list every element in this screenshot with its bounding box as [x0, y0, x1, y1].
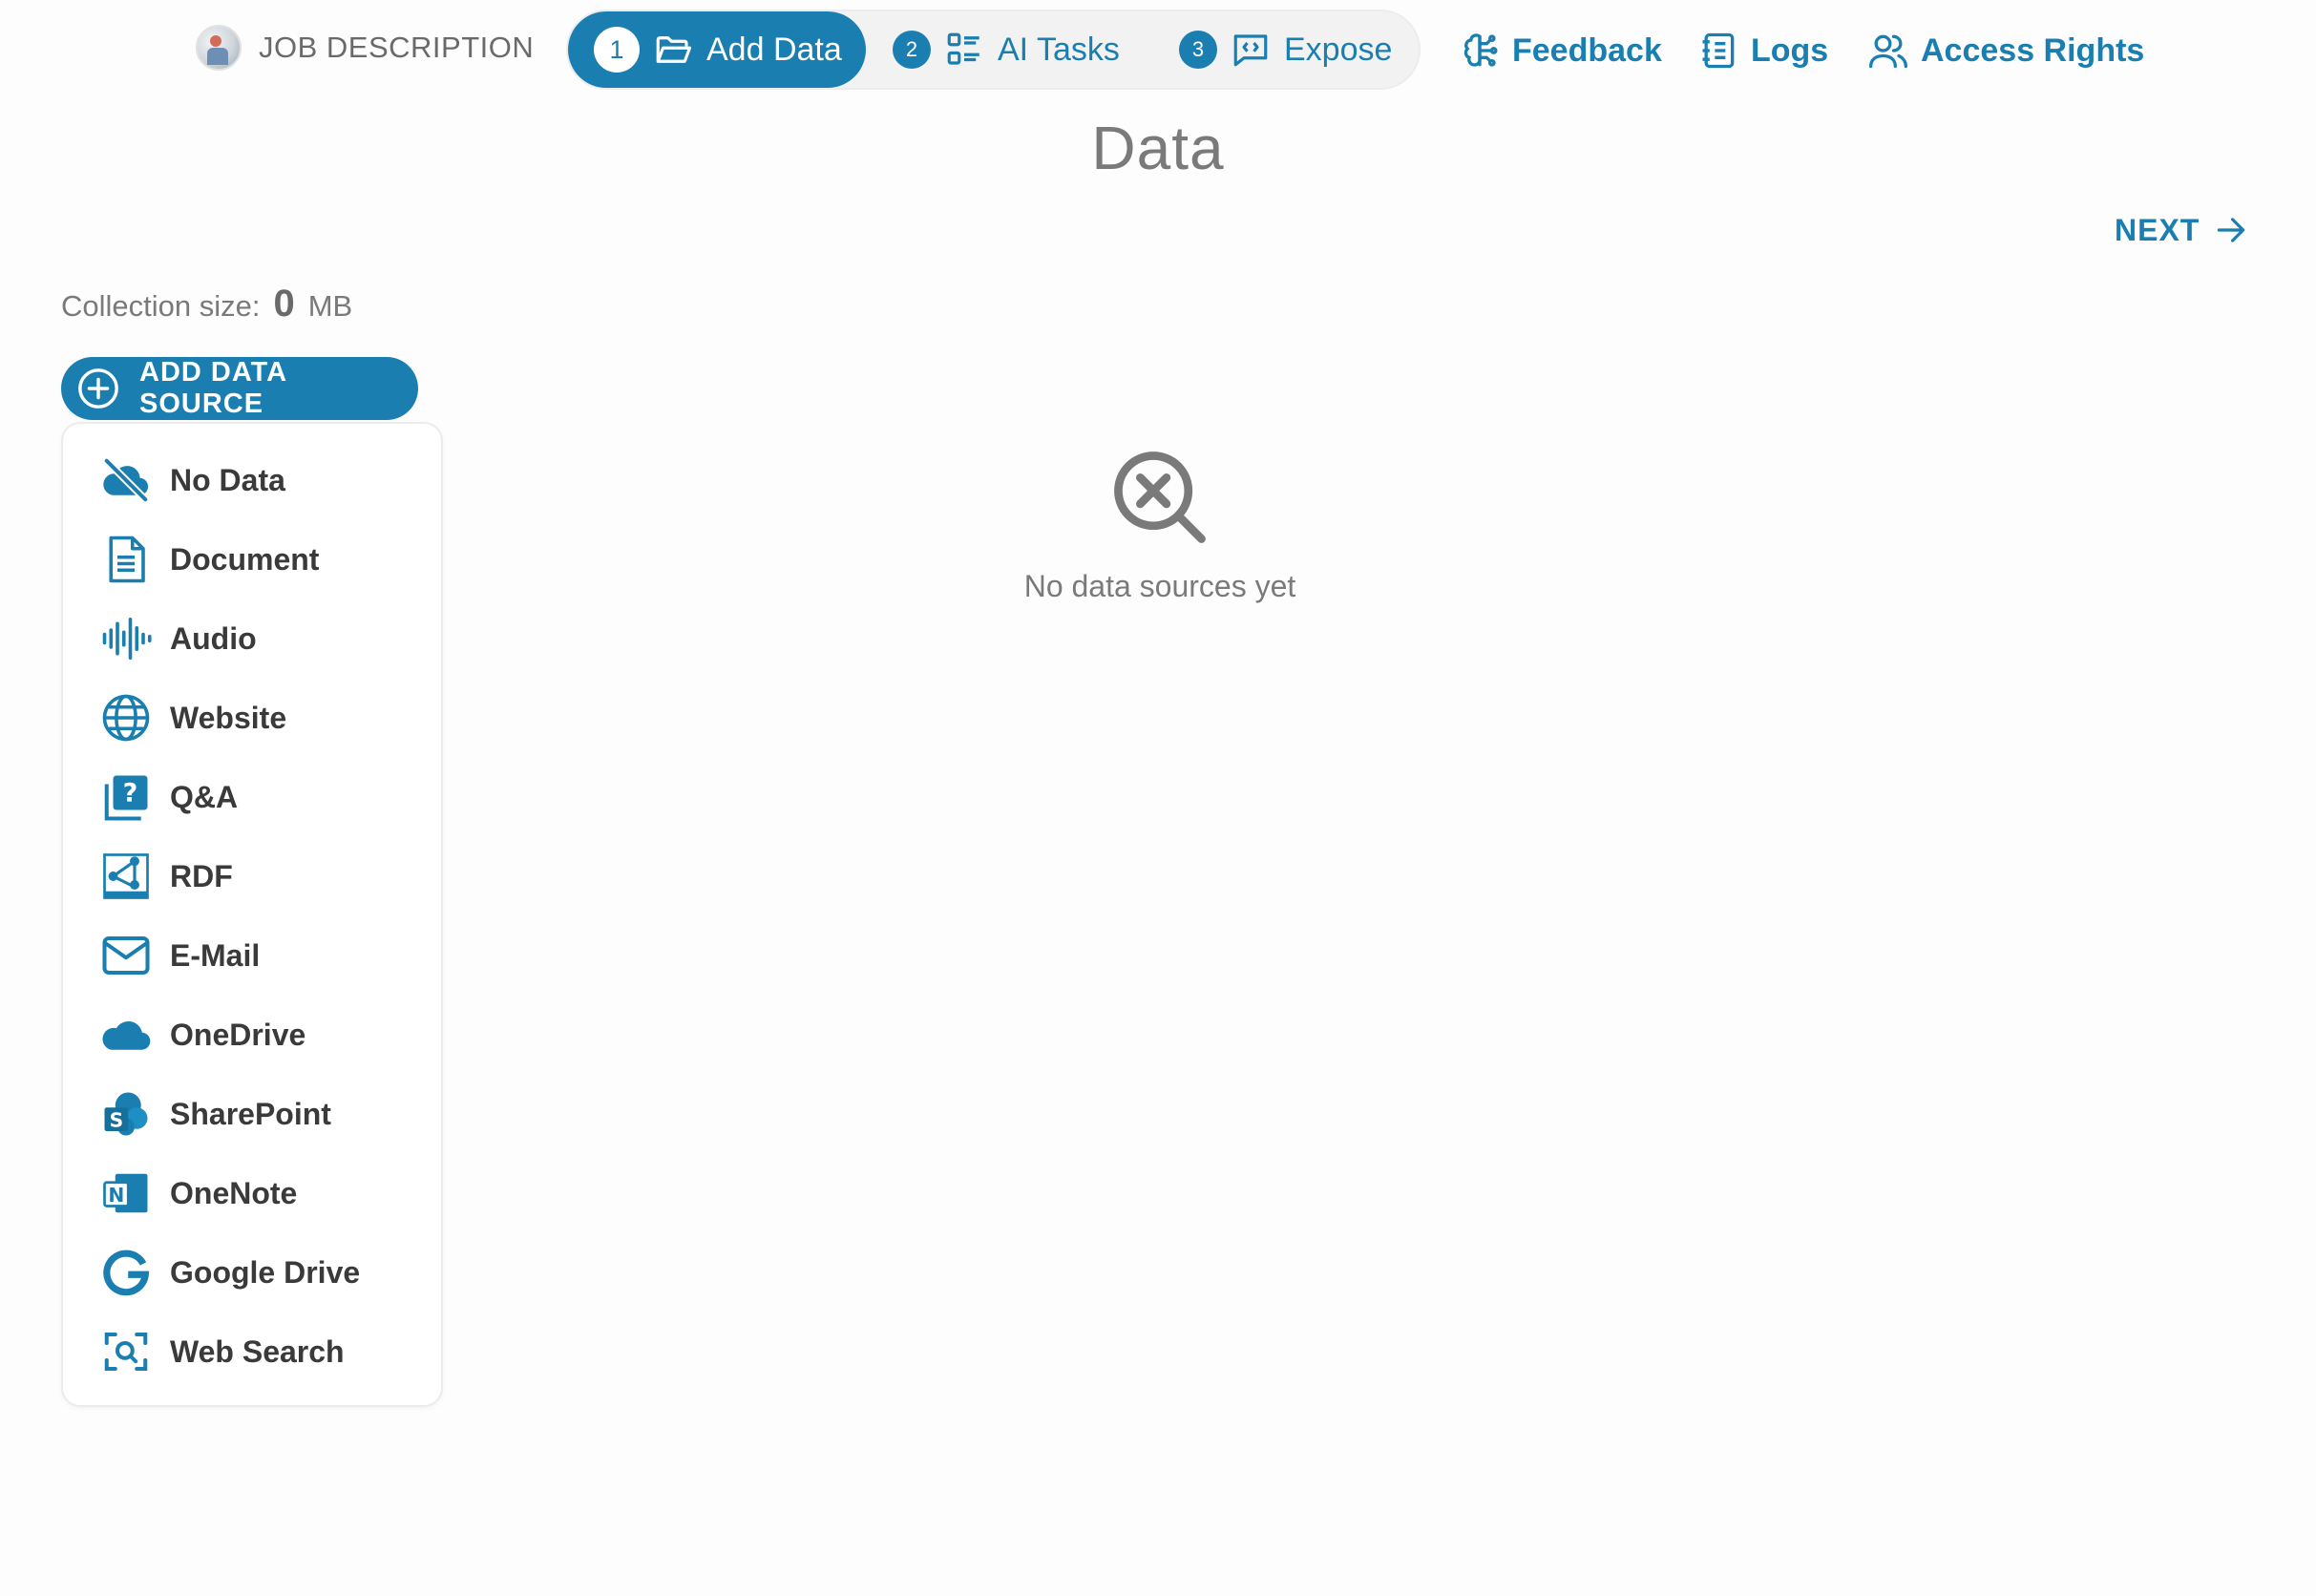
- users-icon: [1867, 30, 1909, 72]
- menu-item-label: E-Mail: [170, 937, 261, 973]
- add-data-source-label: ADD DATA SOURCE: [139, 357, 287, 419]
- step-expose[interactable]: 3 Expose: [1179, 11, 1392, 88]
- menu-item-qa[interactable]: ? Q&A: [99, 764, 424, 830]
- menu-item-label: Document: [170, 541, 320, 577]
- search-x-icon: [1107, 445, 1212, 550]
- sharepoint-icon: S: [99, 1087, 153, 1141]
- menu-item-label: OneDrive: [170, 1017, 306, 1052]
- svg-text:?: ?: [123, 779, 138, 808]
- audio-waveform-icon: [99, 612, 153, 665]
- access-rights-link[interactable]: Access Rights: [1867, 27, 2144, 74]
- menu-item-label: Q&A: [170, 779, 239, 814]
- code-chat-icon: [1231, 30, 1271, 70]
- job-description-link[interactable]: JOB DESCRIPTION: [196, 25, 534, 71]
- step-label: Add Data: [706, 31, 842, 68]
- globe-icon: [99, 691, 153, 745]
- menu-item-sharepoint[interactable]: S SharePoint: [99, 1081, 424, 1147]
- web-search-icon: [99, 1325, 153, 1378]
- menu-item-label: RDF: [170, 858, 233, 893]
- step-label: Expose: [1284, 31, 1393, 68]
- feedback-link[interactable]: Feedback: [1459, 27, 1662, 74]
- next-button[interactable]: NEXT: [2115, 206, 2249, 254]
- feedback-label: Feedback: [1512, 32, 1662, 69]
- next-label: NEXT: [2115, 212, 2200, 247]
- onenote-icon: N: [99, 1166, 153, 1220]
- collection-size-label: Collection size:: [61, 289, 261, 323]
- menu-item-label: OneNote: [170, 1175, 298, 1210]
- google-icon: [99, 1246, 153, 1299]
- add-data-source-button[interactable]: ADD DATA SOURCE: [61, 357, 418, 420]
- document-icon: [99, 533, 153, 586]
- question-book-icon: ?: [99, 770, 153, 824]
- menu-item-label: Web Search: [170, 1334, 345, 1369]
- menu-item-email[interactable]: E-Mail: [99, 922, 424, 989]
- menu-item-audio[interactable]: Audio: [99, 605, 424, 672]
- tasks-list-icon: [944, 30, 984, 70]
- plus-circle-icon: [76, 367, 120, 410]
- notebook-icon: [1697, 30, 1739, 72]
- step-ai-tasks[interactable]: 2 AI Tasks: [893, 11, 1120, 88]
- menu-item-rdf[interactable]: RDF: [99, 843, 424, 910]
- menu-item-label: Website: [170, 700, 287, 735]
- page-title: Data: [1091, 114, 1225, 182]
- menu-item-website[interactable]: Website: [99, 684, 424, 751]
- logs-label: Logs: [1751, 32, 1829, 69]
- brain-icon: [1459, 30, 1501, 72]
- collection-size: Collection size: 0 MB: [61, 283, 352, 326]
- step-number: 2: [893, 31, 931, 69]
- collection-size-value: 0: [273, 283, 295, 325]
- menu-item-label: Audio: [170, 620, 257, 656]
- logs-link[interactable]: Logs: [1697, 27, 1828, 74]
- step-navigation: 1 Add Data 2 AI Tasks 3 Expose: [566, 10, 1421, 90]
- svg-text:S: S: [110, 1109, 124, 1132]
- top-bar: JOB DESCRIPTION 1 Add Data 2 AI Tasks 3 …: [0, 0, 2316, 105]
- folder-open-icon: [653, 30, 693, 70]
- menu-item-document[interactable]: Document: [99, 526, 424, 593]
- empty-state-text: No data sources yet: [1023, 569, 1296, 603]
- data-source-menu: No Data Document Audio Website ? Q&A RDF: [61, 422, 443, 1407]
- arrow-right-icon: [2213, 212, 2249, 248]
- mail-icon: [99, 929, 153, 982]
- menu-item-onedrive[interactable]: OneDrive: [99, 1001, 424, 1068]
- menu-item-web-search[interactable]: Web Search: [99, 1318, 424, 1385]
- step-number: 1: [594, 27, 640, 73]
- collection-size-unit: MB: [307, 289, 353, 323]
- menu-item-google-drive[interactable]: Google Drive: [99, 1239, 424, 1306]
- menu-item-no-data[interactable]: No Data: [99, 447, 424, 514]
- step-add-data[interactable]: 1 Add Data: [568, 11, 866, 88]
- svg-text:N: N: [108, 1184, 124, 1207]
- menu-item-label: No Data: [170, 462, 285, 497]
- onedrive-icon: [99, 1008, 153, 1061]
- menu-item-label: Google Drive: [170, 1254, 361, 1290]
- empty-state: No data sources yet: [1002, 445, 1317, 604]
- job-avatar: [196, 25, 242, 71]
- menu-item-label: SharePoint: [170, 1096, 331, 1131]
- access-rights-label: Access Rights: [1921, 32, 2145, 69]
- cloud-off-icon: [99, 453, 153, 507]
- step-number: 3: [1179, 31, 1217, 69]
- step-label: AI Tasks: [998, 31, 1120, 68]
- rdf-icon: [99, 850, 153, 903]
- menu-item-onenote[interactable]: N OneNote: [99, 1160, 424, 1227]
- job-description-label: JOB DESCRIPTION: [259, 31, 535, 64]
